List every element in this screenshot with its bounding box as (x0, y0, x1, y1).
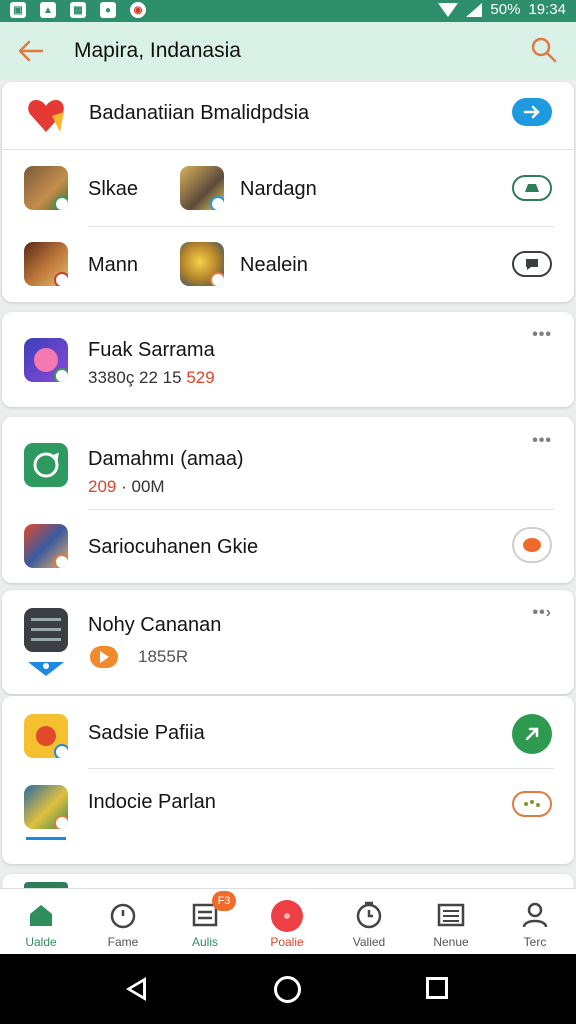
more-options-icon[interactable]: ••› (532, 604, 552, 622)
game-icon (180, 166, 224, 210)
gamepad-icon (525, 184, 539, 192)
list-item[interactable]: Sadsie Pafiia (2, 696, 574, 768)
system-recents-icon[interactable] (426, 977, 448, 999)
nav-item-profile[interactable]: Terc (494, 889, 576, 955)
list-item[interactable]: Damahmı (amaa) 209 · 00M ••• (2, 417, 574, 509)
nav-item-games[interactable]: Fame (82, 889, 164, 955)
list-item[interactable]: Indocie Parlan (2, 769, 574, 864)
app-title: Nohy Cananan (88, 614, 222, 636)
nav-item-home[interactable]: Ualde (0, 889, 82, 955)
chat-button[interactable] (512, 251, 552, 277)
app-subtitle: 3380ç 22 15 529 (88, 368, 215, 388)
game-name: Mann (88, 254, 139, 276)
game-icon (24, 524, 68, 568)
app-meta-highlight: 209 (88, 477, 117, 496)
banner-label: Badanatiian Bmalidpdsia (89, 102, 310, 124)
app-meta: 3380ç 22 15 (88, 368, 182, 387)
app-title: Fuak Sarrama (88, 339, 215, 361)
game-name: Slkae (88, 178, 139, 200)
game-icon (180, 242, 224, 286)
banner-go-button[interactable] (512, 98, 552, 126)
game-action-button[interactable] (512, 791, 552, 817)
progress-line (26, 837, 66, 840)
refresh-icon (33, 452, 59, 478)
app-card: Sadsie Pafiia Indocie Parlan (2, 696, 574, 864)
app-title: Damahmı (amaa) (88, 448, 244, 470)
app-meta: · 00M (121, 477, 165, 496)
arrow-right-icon (523, 105, 540, 119)
more-options-icon[interactable]: ••• (532, 326, 552, 344)
game-row[interactable]: Slkae Nardagn (2, 150, 574, 226)
app-meta-highlight: 529 (186, 368, 215, 387)
record-icon (271, 900, 303, 932)
back-arrow-icon[interactable] (16, 36, 46, 66)
wifi-icon (438, 2, 459, 17)
nav-label: Nenue (433, 935, 469, 949)
person-icon (522, 902, 548, 928)
gallery-icon: ▦ (70, 2, 86, 18)
game-name: Nealein (240, 254, 308, 276)
status-bar: ▣ ▲ ▦ ● ◉ 50% 19:34 (0, 0, 576, 22)
open-button[interactable] (512, 714, 552, 754)
list-item[interactable]: Sariocuhanen Gkie (2, 510, 574, 583)
app-card[interactable]: Nohy Cananan 1855R ••› (2, 590, 574, 694)
notification-icon: ▲ (40, 2, 56, 18)
nav-label: Fame (107, 935, 139, 949)
orange-dot-icon (523, 538, 541, 552)
app-bar: Mapira, Indanasia (0, 22, 576, 80)
app-card: Damahmı (amaa) 209 · 00M ••• Sariocuhane… (2, 417, 574, 583)
app-card[interactable]: Fuak Sarrama 3380ç 22 15 529 ••• (2, 312, 574, 407)
dots-icon (524, 800, 540, 807)
game-icon (24, 242, 68, 286)
nav-label: Ualde (25, 935, 57, 949)
play-icon (90, 646, 118, 668)
location-pin-icon (28, 662, 64, 676)
game-row[interactable]: Mann Nealein (2, 227, 574, 303)
game-icon (24, 785, 68, 829)
notification-badge: F3 (212, 891, 236, 911)
system-home-icon[interactable] (274, 976, 301, 1003)
app-title: Indocie Parlan (88, 791, 216, 813)
search-icon[interactable] (530, 36, 558, 64)
nav-label: Valied (352, 935, 386, 949)
nav-item-popular[interactable]: Poalie (246, 889, 328, 955)
heart-app-icon (28, 100, 64, 132)
sim-icon: ▣ (10, 2, 26, 18)
nav-item-menu[interactable]: Nenue (410, 889, 492, 955)
clock-icon (110, 903, 136, 929)
app-title: Sariocuhanen Gkie (88, 536, 259, 558)
nav-label: Terc (523, 935, 547, 949)
app-notification-icon: ● (100, 2, 116, 18)
page-title: Mapira, Indanasia (74, 39, 241, 62)
app-subtitle: 1855R (138, 647, 189, 666)
nav-item-visited[interactable]: Valied (328, 889, 410, 955)
timer-icon (356, 901, 382, 929)
more-options-icon[interactable]: ••• (532, 432, 552, 450)
battery-level: 50% (490, 1, 521, 18)
app-subtitle: 209 · 00M (88, 477, 165, 497)
nav-label: Aulis (191, 935, 218, 949)
action-button[interactable] (512, 527, 552, 563)
arrow-up-right-icon (525, 727, 539, 741)
game-name: Nardagn (240, 178, 317, 200)
alert-icon: ◉ (130, 2, 146, 18)
game-icon (24, 166, 68, 210)
settings-app-icon (24, 608, 68, 652)
featured-card: Badanatiian Bmalidpdsia Slkae Nardagn Ma… (2, 82, 574, 302)
controller-button[interactable] (512, 175, 552, 201)
app-icon (24, 338, 68, 382)
nav-label: Poalie (270, 935, 304, 949)
folder-app-icon (24, 714, 68, 758)
clock: 19:34 (528, 1, 566, 18)
home-icon (30, 905, 52, 926)
signal-icon (466, 2, 483, 17)
app-title: Sadsie Pafiia (88, 722, 205, 744)
bottom-navigation: Ualde Fame Aulis F3 Poalie Valied Nenue … (0, 888, 576, 954)
refresh-app-icon (24, 443, 68, 487)
system-navigation-bar (0, 954, 576, 1024)
banner-row[interactable]: Badanatiian Bmalidpdsia (2, 82, 574, 150)
chat-icon (526, 259, 538, 270)
menu-icon (437, 903, 465, 927)
